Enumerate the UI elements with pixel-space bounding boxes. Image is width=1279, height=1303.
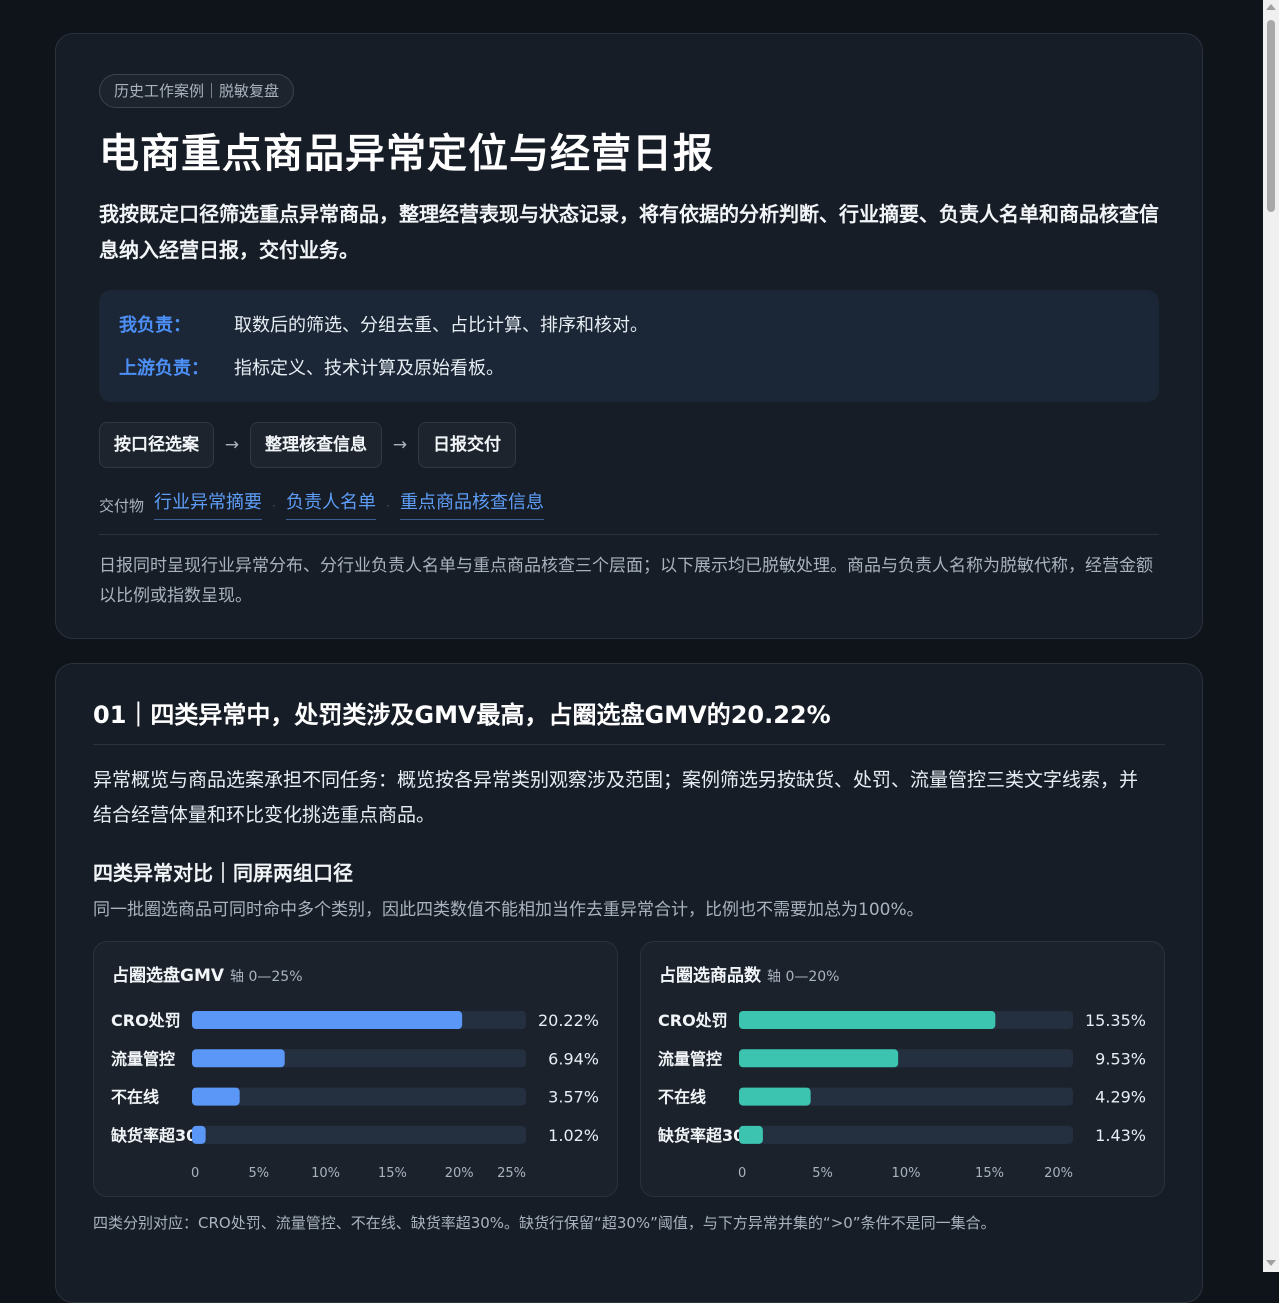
bar-track xyxy=(739,1125,1073,1144)
deliverables: 交付物 行业异常摘要 · 负责人名单 · 重点商品核查信息 xyxy=(99,486,1159,520)
category-label: 不在线 xyxy=(658,1088,706,1107)
deliverable-link-industry-summary[interactable]: 行业异常摘要 xyxy=(154,489,263,520)
divider xyxy=(99,534,1159,535)
deliverable-link-owner-list[interactable]: 负责人名单 xyxy=(286,489,377,520)
category-label: 流量管控 xyxy=(111,1049,175,1068)
bar-chart-gmv-share: CRO处罚 20.22%流量管控 6.94%不在线 3.57%缺货率超30% 1.02%… xyxy=(111,1011,599,1181)
tick-label: 20% xyxy=(445,1166,474,1181)
data-label: 20.22% xyxy=(538,1011,599,1030)
scroll-down-arrow-icon[interactable] xyxy=(1266,1260,1276,1266)
vertical-scrollbar[interactable] xyxy=(1263,0,1279,1272)
deliverables-label: 交付物 xyxy=(99,497,145,515)
responsibility-row-mine: 我负责： 取数后的筛选、分组去重、占比计算、排序和核对。 xyxy=(119,304,1139,347)
flow-step-organize: 整理核查信息 xyxy=(250,422,382,468)
tick-label: 5% xyxy=(248,1166,269,1181)
comparison-description: 同一批圈选商品可同时命中多个类别，因此四类数值不能相加当作去重异常合计，比例也不… xyxy=(93,900,924,920)
scrollbar-thumb[interactable] xyxy=(1267,20,1275,212)
arrow-right-icon: → xyxy=(392,435,408,455)
chart-card-product-count-share: 占圈选商品数轴 0—20% CRO处罚 15.35% 流量管控 9.53% 不在线 4.2… xyxy=(640,941,1165,1197)
case-tag: 历史工作案例｜脱敏复盘 xyxy=(99,74,295,108)
data-label: 1.02% xyxy=(548,1126,599,1145)
section-description: 异常概览与商品选案承担不同任务：概览按各异常类别观察涉及范围；案例筛选另按缺货、… xyxy=(93,769,1139,826)
bar-chart-product-count-share: CRO处罚 15.35%流量管控 9.53%不在线 4.29%缺货率超30% 1.43%… xyxy=(658,1011,1146,1181)
data-label: 1.43% xyxy=(1095,1126,1146,1145)
bar xyxy=(739,1049,899,1068)
bar xyxy=(192,1125,206,1144)
tick-label: 10% xyxy=(311,1166,340,1181)
comparison-title: 四类异常对比｜同屏两组口径 xyxy=(93,861,353,885)
tick-label: 20% xyxy=(1044,1166,1073,1181)
responsibility-label: 上游负责： xyxy=(119,358,209,379)
tick-label: 5% xyxy=(812,1166,833,1181)
bar-track xyxy=(192,1087,526,1106)
tick-label: 15% xyxy=(975,1166,1004,1181)
chart-footnote: 四类分别对应：CRO处罚、流量管控、不在线、缺货率超30%。缺货行保留“超30%… xyxy=(93,1214,996,1232)
divider xyxy=(93,744,1165,745)
tick-label: 25% xyxy=(497,1166,526,1181)
responsibility-text: 指标定义、技术计算及原始看板。 xyxy=(234,358,504,379)
bar xyxy=(739,1011,996,1029)
section-title: 01｜四类异常中，处罚类涉及GMV最高，占圈选盘GMV的20.22% xyxy=(93,701,831,729)
arrow-right-icon: → xyxy=(224,435,240,455)
workflow-steps: 按口径选案 → 整理核查信息 → 日报交付 xyxy=(99,422,1159,468)
responsibility-row-upstream: 上游负责： 指标定义、技术计算及原始看板。 xyxy=(119,347,1139,390)
data-label: 15.35% xyxy=(1085,1011,1146,1030)
responsibility-box: 我负责： 取数后的筛选、分组去重、占比计算、排序和核对。 上游负责： 指标定义、… xyxy=(99,290,1159,402)
data-label: 4.29% xyxy=(1095,1088,1146,1107)
bar xyxy=(192,1087,240,1106)
separator-dot: · xyxy=(386,499,390,513)
deliverable-link-product-check[interactable]: 重点商品核查信息 xyxy=(400,489,545,520)
tick-label: 0 xyxy=(738,1166,746,1181)
separator-dot: · xyxy=(272,499,276,513)
chart-card-gmv-share: 占圈选盘GMV 轴 0—25% CRO处罚 20.22% 流量管控 6.94% 不在线 3.… xyxy=(93,941,618,1197)
chart-row: 占圈选盘GMV 轴 0—25% CRO处罚 20.22% 流量管控 6.94% 不在线 3.… xyxy=(93,941,1165,1197)
flow-step-deliver: 日报交付 xyxy=(418,422,516,468)
category-label: CRO处罚 xyxy=(658,1011,728,1030)
responsibility-text: 取数后的筛选、分组去重、占比计算、排序和核对。 xyxy=(234,315,648,336)
hero-note: 日报同时呈现行业异常分布、分行业负责人名单与重点商品核查三个层面；以下展示均已脱… xyxy=(99,556,1153,606)
responsibility-label: 我负责： xyxy=(119,315,191,336)
category-label: 不在线 xyxy=(111,1088,159,1107)
page-subtitle: 我按既定口径筛选重点异常商品，整理经营表现与状态记录，将有依据的分析判断、行业摘… xyxy=(99,202,1159,262)
bar-track xyxy=(192,1125,526,1144)
category-label: 流量管控 xyxy=(658,1049,722,1068)
bar xyxy=(739,1087,811,1106)
data-label: 3.57% xyxy=(548,1088,599,1107)
tick-label: 15% xyxy=(378,1166,407,1181)
bar xyxy=(192,1049,285,1068)
bar xyxy=(192,1011,463,1029)
section-card-anomaly-overview: 01｜四类异常中，处罚类涉及GMV最高，占圈选盘GMV的20.22% 异常概览与… xyxy=(55,663,1203,1303)
tick-label: 10% xyxy=(892,1166,921,1181)
flow-step-select: 按口径选案 xyxy=(99,422,214,468)
data-label: 6.94% xyxy=(548,1049,599,1068)
page-title: 电商重点商品异常定位与经营日报 xyxy=(99,131,714,177)
hero-card: 历史工作案例｜脱敏复盘 电商重点商品异常定位与经营日报 我按既定口径筛选重点异常… xyxy=(55,33,1203,639)
category-label: CRO处罚 xyxy=(111,1011,181,1030)
tick-label: 0 xyxy=(191,1166,199,1181)
bar xyxy=(739,1125,763,1144)
data-label: 9.53% xyxy=(1095,1049,1146,1068)
scroll-up-arrow-icon[interactable] xyxy=(1266,4,1276,10)
